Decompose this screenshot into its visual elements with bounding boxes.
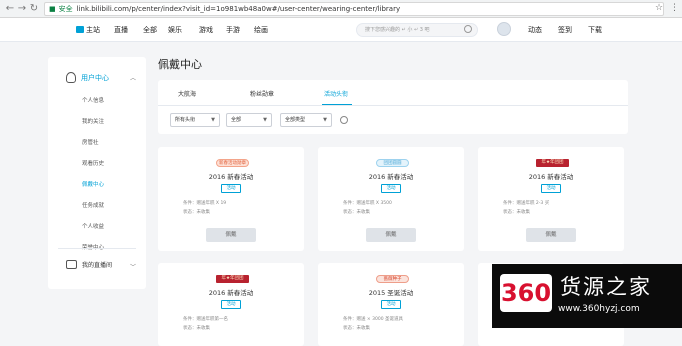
- card-status: 状态：未收集: [343, 326, 370, 331]
- activity-tag: 活动: [381, 300, 401, 309]
- title-badge: 年★年团团: [536, 159, 569, 167]
- title-badge: 蔷薇种子: [376, 275, 409, 283]
- watermark-url: www.360hyzj.com: [558, 304, 640, 314]
- title-card: 新春活动勋章 2016 新春活动 活动 条件：赠送年糕 X 19 状态：未收集 …: [158, 147, 304, 251]
- type-filter-select[interactable]: 全部类型 ▼: [280, 113, 332, 127]
- page-title: 佩戴中心: [158, 58, 202, 71]
- wear-button[interactable]: 佩戴: [366, 228, 416, 242]
- nav-signin[interactable]: 签到: [558, 25, 572, 35]
- tv-icon: [66, 260, 77, 269]
- search-input[interactable]: 搜下您感兴趣的 ↵ 小 ↵ 3 吧: [356, 23, 478, 37]
- wear-button[interactable]: 佩戴: [206, 228, 256, 242]
- lock-icon: ■: [49, 5, 56, 13]
- card-title: 2016 新春活动: [208, 289, 254, 297]
- user-center-icon: [66, 72, 76, 83]
- activity-tag: 活动: [541, 184, 561, 193]
- sidebar-item-following[interactable]: 我的关注: [82, 118, 104, 139]
- chevron-up-icon[interactable]: ︿: [130, 73, 136, 82]
- card-condition: 条件：赠送年糕第一名: [183, 317, 228, 322]
- card-condition: 条件：赠送年糕 X 19: [183, 201, 227, 206]
- card-title: 2016 新春活动: [208, 173, 254, 181]
- card-title: 2016 新春活动: [368, 173, 414, 181]
- sidebar-item-achievements[interactable]: 任务成就: [82, 202, 104, 223]
- sidebar: 用户中心 ︿ 个人信息 我的关注 房管社 观看历史 佩戴中心 任务成就 个人收益…: [48, 57, 146, 289]
- title-card: 团团圆圆 2016 新春活动 活动 条件：赠送年糕 X 3500 状态：未收集 …: [318, 147, 464, 251]
- tab-activity-titles[interactable]: 活动头衔: [324, 89, 348, 98]
- activity-tag: 活动: [381, 184, 401, 193]
- title-card: 年★年团团 2016 新春活动 活动 条件：赠送年糕第一名 状态：未收集: [158, 263, 304, 346]
- sidebar-list: 个人信息 我的关注 房管社 观看历史 佩戴中心 任务成就 个人收益 荣誉中心: [82, 97, 104, 265]
- sidebar-item-profile[interactable]: 个人信息: [82, 97, 104, 118]
- chevron-down-icon: ▼: [211, 117, 215, 123]
- card-status: 状态：未收集: [343, 210, 370, 215]
- title-badge: 新春活动勋章: [216, 159, 249, 167]
- title-filter-select[interactable]: 所有头衔 ▼: [170, 113, 220, 127]
- browser-toolbar: ← → ↻ ■ 安全 link.bilibili.com/p/center/inde…: [0, 0, 682, 18]
- status-filter-value: 全部: [231, 117, 242, 123]
- search-icon[interactable]: [340, 116, 348, 124]
- divider: [58, 248, 136, 249]
- address-bar[interactable]: ■ 安全 link.bilibili.com/p/center/index?visi…: [44, 2, 664, 16]
- bookmark-star-icon[interactable]: ☆: [655, 3, 663, 13]
- title-filter-value: 所有头衔: [175, 117, 196, 123]
- tab-fan-medals[interactable]: 粉丝勋章: [250, 89, 274, 98]
- card-status: 状态：未收集: [183, 210, 210, 215]
- watermark-logo: 360: [500, 274, 552, 312]
- search-icon[interactable]: [464, 25, 472, 33]
- wear-button[interactable]: 佩戴: [526, 228, 576, 242]
- status-filter-select[interactable]: 全部 ▼: [226, 113, 272, 127]
- title-card: 年★年团团 2016 新春活动 活动 条件：赠送年糕 2-3 买 状态：未收集 …: [478, 147, 624, 251]
- sidebar-user-center[interactable]: 用户中心: [66, 72, 109, 83]
- nav-mobile-games[interactable]: 手游: [226, 25, 240, 35]
- sidebar-item-room-admin[interactable]: 房管社: [82, 139, 104, 160]
- tv-home-icon: [76, 26, 84, 33]
- card-condition: 条件：赠送年糕 2-3 买: [503, 201, 550, 206]
- sidebar-my-live-room[interactable]: 我的直播间: [66, 260, 112, 269]
- title-card: 蔷薇种子 2015 圣诞活动 活动 条件：赠送 × 3000 圣诞道具 状态：未…: [318, 263, 464, 346]
- title-badge: 团团圆圆: [376, 159, 409, 167]
- sidebar-item-earnings[interactable]: 个人收益: [82, 223, 104, 244]
- card-condition: 条件：赠送 × 3000 圣诞道具: [343, 317, 404, 322]
- browser-menu-icon[interactable]: ⋮: [670, 3, 679, 13]
- nav-entertainment[interactable]: 娱乐: [168, 25, 182, 35]
- card-status: 状态：未收集: [503, 210, 530, 215]
- nav-live[interactable]: 直播: [114, 25, 128, 35]
- live-room-label: 我的直播间: [82, 262, 113, 269]
- site-header: 主站 直播 全部 娱乐 游戏 手游 绘画 搜下您感兴趣的 ↵ 小 ↵ 3 吧 动…: [0, 18, 682, 42]
- url-text: link.bilibili.com/p/center/index?visit_i…: [76, 5, 401, 13]
- watermark: 360 货源之家 www.360hyzj.com: [492, 264, 682, 328]
- sidebar-title: 用户中心: [81, 74, 109, 82]
- activity-tag: 活动: [221, 184, 241, 193]
- secure-label: 安全: [58, 5, 73, 13]
- chevron-down-icon[interactable]: ﹀: [130, 262, 136, 271]
- chevron-down-icon: ▼: [263, 117, 267, 123]
- nav-home[interactable]: 主站: [76, 25, 100, 35]
- nav-drawing[interactable]: 绘画: [254, 25, 268, 35]
- chevron-down-icon: ▼: [323, 117, 327, 123]
- title-badge: 年★年团团: [216, 275, 249, 283]
- nav-download[interactable]: 下载: [588, 25, 602, 35]
- watermark-brand: 货源之家: [560, 275, 652, 299]
- activity-tag: 活动: [221, 300, 241, 309]
- tab-voyage[interactable]: 大航海: [178, 89, 196, 98]
- sidebar-item-history[interactable]: 观看历史: [82, 160, 104, 181]
- card-status: 状态：未收集: [183, 326, 210, 331]
- forward-icon[interactable]: →: [16, 3, 28, 15]
- nav-activity[interactable]: 动态: [528, 25, 542, 35]
- avatar[interactable]: [497, 22, 511, 36]
- divider: [158, 105, 628, 106]
- nav-all[interactable]: 全部: [143, 25, 157, 35]
- filter-panel: 大航海 粉丝勋章 活动头衔 所有头衔 ▼ 全部 ▼ 全部类型 ▼: [158, 80, 628, 134]
- card-title: 2016 新春活动: [528, 173, 574, 181]
- nav-games[interactable]: 游戏: [199, 25, 213, 35]
- search-placeholder: 搜下您感兴趣的 ↵ 小 ↵ 3 吧: [365, 27, 430, 33]
- back-icon[interactable]: ←: [4, 3, 16, 15]
- sidebar-item-wearing-center[interactable]: 佩戴中心: [82, 181, 104, 202]
- type-filter-value: 全部类型: [285, 117, 306, 123]
- nav-home-label: 主站: [86, 26, 100, 34]
- card-condition: 条件：赠送年糕 X 3500: [343, 201, 392, 206]
- reload-icon[interactable]: ↻: [28, 3, 40, 15]
- card-title: 2015 圣诞活动: [368, 289, 414, 297]
